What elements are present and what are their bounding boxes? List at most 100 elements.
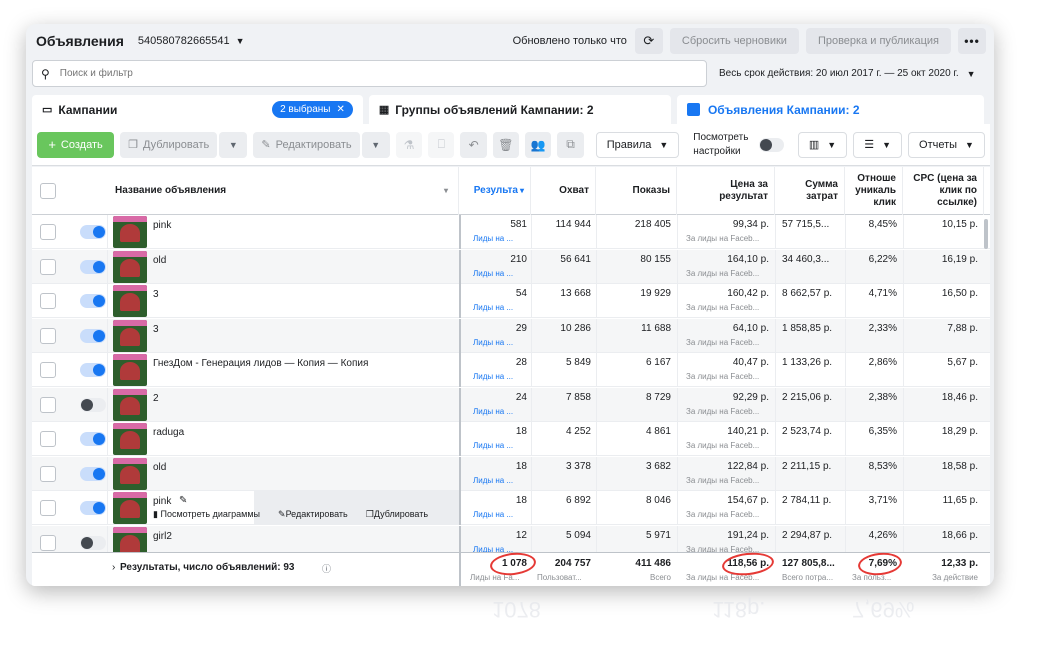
col-amount-spent[interactable]: Сумма затрат: [775, 167, 845, 215]
row-checkbox[interactable]: [40, 534, 56, 551]
selected-badge[interactable]: 2 выбраны ✕: [272, 101, 353, 118]
col-impressions[interactable]: Показы: [596, 167, 677, 215]
trash-icon[interactable]: 🗑: [492, 131, 520, 158]
row-status-toggle[interactable]: [80, 294, 106, 308]
lock-icon[interactable]: ⎕: [428, 131, 455, 158]
row-status-toggle[interactable]: [80, 225, 106, 239]
row-checkbox[interactable]: [40, 293, 56, 309]
tab-campaigns[interactable]: ▭ Кампании 2 выбраны ✕: [32, 95, 363, 124]
table-row[interactable]: ГнезДом - Генерация лидов — Копия — Копи…: [32, 353, 990, 387]
col-results-label: Результа: [473, 185, 518, 196]
breakdown-button[interactable]: ☰ ▼: [853, 131, 903, 158]
row-status-toggle[interactable]: [80, 259, 106, 274]
row-checkbox[interactable]: [40, 362, 56, 378]
cell-amount-spent: 1 858,85 р.: [782, 322, 833, 334]
cell-reach: 5 849: [565, 357, 591, 368]
more-options-button[interactable]: •••: [958, 28, 986, 54]
date-range-picker[interactable]: Весь срок действия: 20 июл 2017 г. — 25 …: [719, 68, 976, 79]
table-row[interactable]: old 18 Лиды на ... 3 378 3 682 122,84 р. За ли…: [32, 456, 990, 491]
ad-name[interactable]: pink: [153, 220, 171, 231]
col-results[interactable]: Результа ▾: [461, 167, 531, 215]
row-checkbox[interactable]: [40, 500, 56, 516]
col-reach[interactable]: Охват: [531, 167, 596, 215]
cell-results: 581: [510, 219, 527, 230]
table-row[interactable]: 2 24 Лиды на ... 7 858 8 729 92,29 р. За лиды …: [32, 387, 990, 422]
ad-name[interactable]: 2: [153, 393, 159, 404]
tab-ads[interactable]: Объявления Кампании: 2: [676, 95, 984, 124]
duplicate-button[interactable]: ❐ Дублировать: [120, 131, 218, 158]
ad-thumbnail[interactable]: [113, 423, 147, 455]
tab-adsets[interactable]: ▦ Группы объявлений Кампании: 2: [368, 95, 671, 124]
view-charts-link[interactable]: ▮ Посмотреть диаграммы: [153, 509, 260, 520]
col-cpc[interactable]: CPC (цена за клик по ссылке): [903, 167, 984, 215]
table-row[interactable]: 3 54 Лиды на ... 13 668 19 929 160,42 р. За ли…: [32, 284, 990, 318]
ad-name[interactable]: raduga: [153, 427, 184, 438]
account-caret-icon[interactable]: ▼: [236, 36, 245, 46]
flask-icon[interactable]: ⚗: [395, 131, 423, 158]
table-row[interactable]: 3 29 Лиды на ... 10 286 11 688 64,10 р. За лид…: [32, 318, 990, 353]
discard-drafts-button[interactable]: Сбросить черновики: [669, 28, 799, 54]
reports-button[interactable]: Отчеты ▼: [908, 131, 985, 158]
row-status-toggle[interactable]: [80, 363, 106, 377]
row-checkbox[interactable]: [40, 258, 56, 275]
account-selector[interactable]: 540580782665541: [138, 35, 230, 47]
create-button[interactable]: + Создать: [37, 131, 115, 158]
ad-thumbnail[interactable]: [113, 319, 147, 352]
chevron-down-icon[interactable]: ▾: [444, 185, 448, 197]
review-publish-button[interactable]: Проверка и публикация: [805, 28, 951, 54]
ad-name[interactable]: girl2: [153, 531, 172, 542]
duplicate-link[interactable]: ❐Дублировать: [366, 509, 428, 520]
table-row[interactable]: pink ✎ ▮ Посмотреть диаграммы ✎Редактироват…: [32, 491, 990, 525]
ad-thumbnail[interactable]: [113, 388, 147, 421]
ad-name[interactable]: old: [153, 462, 166, 473]
view-settings-toggle[interactable]: [759, 137, 784, 152]
table-row[interactable]: pink 581 Лиды на ... 114 944 218 405 99,34 р.…: [32, 215, 990, 249]
row-status-toggle[interactable]: [80, 501, 106, 515]
row-checkbox[interactable]: [40, 327, 56, 344]
ad-thumbnail[interactable]: [113, 492, 147, 524]
undo-icon[interactable]: ↶: [460, 131, 487, 158]
edit-link[interactable]: ✎Редактировать: [278, 509, 348, 520]
table-row[interactable]: old 210 Лиды на ... 56 641 80 155 164,10 р. За…: [32, 249, 990, 284]
row-status-toggle[interactable]: [80, 466, 106, 481]
ad-name[interactable]: pink: [153, 496, 171, 507]
search-box[interactable]: ⚲: [32, 60, 707, 87]
row-status-toggle[interactable]: [80, 328, 106, 343]
edit-button[interactable]: ✎ Редактировать: [253, 131, 360, 158]
edit-dropdown[interactable]: ▼: [361, 131, 390, 158]
duplicate-dropdown[interactable]: ▼: [219, 131, 248, 158]
ad-name[interactable]: ГнезДом - Генерация лидов — Копия — Копи…: [153, 358, 368, 369]
people-icon[interactable]: 👥: [525, 131, 552, 158]
vertical-scrollbar[interactable]: [984, 219, 988, 249]
ad-thumbnail[interactable]: [113, 457, 147, 490]
frozen-divider: [459, 215, 461, 249]
ad-thumbnail[interactable]: [113, 285, 147, 317]
columns-button[interactable]: ▥ ▼: [797, 131, 848, 158]
rules-button[interactable]: Правила ▼: [595, 131, 680, 158]
select-all-checkbox[interactable]: [40, 183, 56, 199]
row-checkbox[interactable]: [40, 396, 56, 413]
col-unique-ctr[interactable]: Отноше уникаль клик: [845, 167, 903, 215]
ad-thumbnail[interactable]: [113, 354, 147, 386]
table-row[interactable]: raduga 18 Лиды на ... 4 252 4 861 140,21 р. За…: [32, 422, 990, 456]
ad-name[interactable]: old: [153, 255, 166, 266]
expand-chevron-icon[interactable]: ›: [112, 562, 115, 573]
row-checkbox[interactable]: [40, 224, 56, 240]
tab-adsets-label: Группы объявлений Кампании: 2: [395, 102, 594, 117]
row-status-toggle[interactable]: [80, 432, 106, 446]
ad-thumbnail[interactable]: [113, 250, 147, 283]
search-input[interactable]: [59, 68, 620, 79]
preview-icon[interactable]: ⧉: [557, 131, 584, 158]
close-icon[interactable]: ✕: [336, 104, 344, 115]
refresh-icon[interactable]: ⟳: [634, 28, 663, 54]
row-checkbox[interactable]: [40, 431, 56, 447]
row-status-toggle[interactable]: [80, 397, 106, 412]
col-cost-per-result[interactable]: Цена за результат: [677, 167, 775, 215]
row-checkbox[interactable]: [40, 465, 56, 482]
ad-thumbnail[interactable]: [113, 216, 147, 248]
ad-name[interactable]: 3: [153, 289, 159, 300]
row-status-toggle[interactable]: [80, 535, 106, 550]
ad-name[interactable]: 3: [153, 324, 159, 335]
col-name[interactable]: Название объявления ▾: [107, 167, 459, 215]
pencil-icon[interactable]: ✎: [179, 495, 187, 506]
